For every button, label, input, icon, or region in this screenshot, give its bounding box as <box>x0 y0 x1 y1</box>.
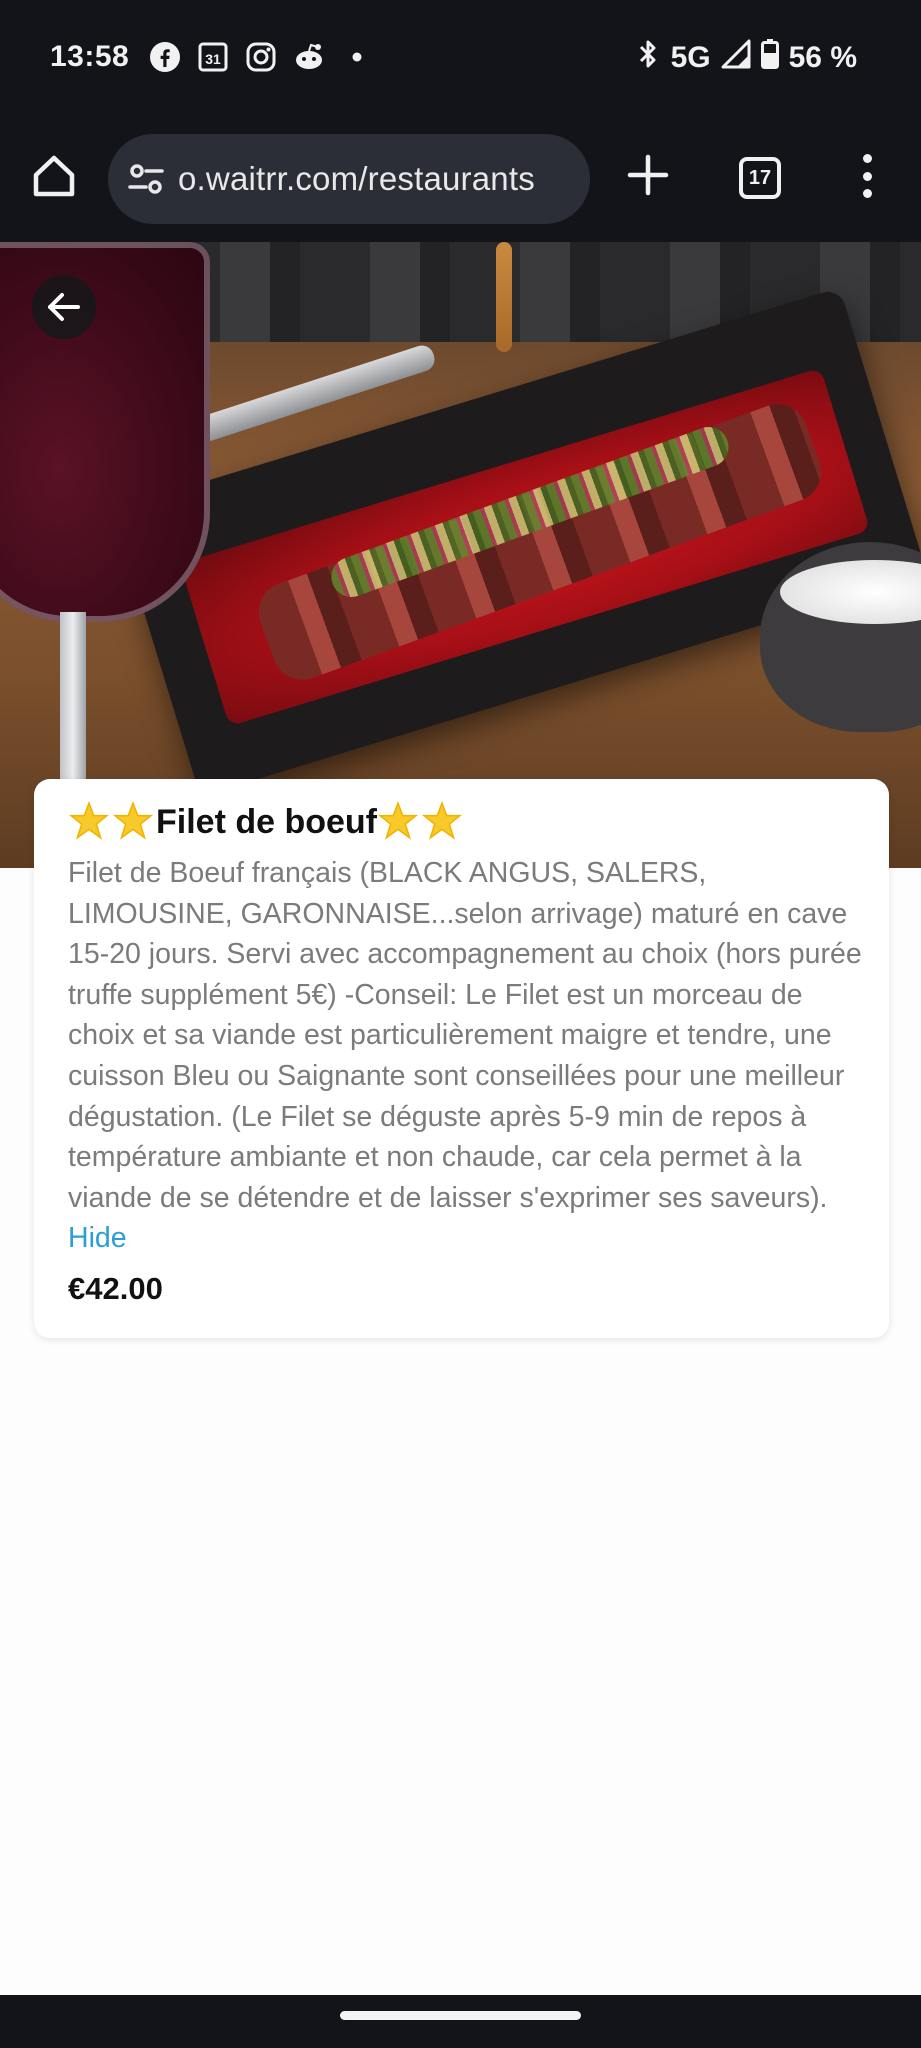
star-icon <box>112 801 154 840</box>
notification-icons: 31 <box>148 40 374 74</box>
url-text: o.waitrr.com/restaurants <box>178 160 535 197</box>
home-gesture-handle[interactable] <box>340 2011 581 2020</box>
menu-dot <box>862 189 872 198</box>
star-icon <box>377 801 419 840</box>
star-icon <box>421 801 463 840</box>
dot-icon <box>340 40 374 74</box>
status-right: 5G 56 % <box>635 38 857 78</box>
hide-description-link[interactable]: Hide <box>68 1222 127 1254</box>
item-price: €42.00 <box>68 1271 163 1306</box>
gesture-nav-bar <box>0 1995 921 2048</box>
menu-dot <box>862 154 872 163</box>
item-title-row: Filet de boeuf <box>68 801 465 843</box>
network-type: 5G <box>670 41 711 74</box>
browser-toolbar: o.waitrr.com/restaurants 17 <box>0 118 921 242</box>
status-time: 13:58 <box>50 40 130 73</box>
menu-dot <box>862 171 872 181</box>
star-icon <box>68 801 110 840</box>
calendar-day: 31 <box>205 51 221 67</box>
item-title: Filet de boeuf <box>156 802 377 841</box>
arrow-left-icon <box>48 293 80 321</box>
more-menu-button[interactable] <box>852 148 882 204</box>
tab-switcher-button[interactable]: 17 <box>739 157 781 199</box>
home-icon <box>33 155 75 197</box>
item-description: Filet de Boeuf français (BLACK ANGUS, SA… <box>68 853 868 1259</box>
site-settings-icon[interactable] <box>126 159 166 199</box>
new-tab-button[interactable] <box>624 151 672 199</box>
photo-wine-glass <box>0 242 210 622</box>
signal-icon <box>721 39 751 77</box>
screen: 13:58 31 5G 56 % o.waitrr.com/restaurant… <box>0 0 921 2048</box>
calendar-icon: 31 <box>196 40 230 74</box>
bluetooth-icon <box>635 38 661 78</box>
home-button[interactable] <box>28 150 80 202</box>
photo-sauce-drip <box>496 242 512 352</box>
dish-photo <box>0 242 921 868</box>
item-description-text: Filet de Boeuf français (BLACK ANGUS, SA… <box>68 857 862 1214</box>
reddit-icon <box>292 40 326 74</box>
menu-item-card: Filet de boeuf Filet de Boeuf français (… <box>34 779 889 1338</box>
facebook-icon <box>148 40 182 74</box>
status-bar: 13:58 31 5G 56 % <box>0 0 921 118</box>
instagram-icon <box>244 40 278 74</box>
plus-icon <box>627 154 669 196</box>
battery-level: 56 % <box>788 41 857 74</box>
address-bar[interactable]: o.waitrr.com/restaurants <box>108 134 590 224</box>
back-button[interactable] <box>32 275 96 339</box>
battery-icon <box>760 39 779 77</box>
